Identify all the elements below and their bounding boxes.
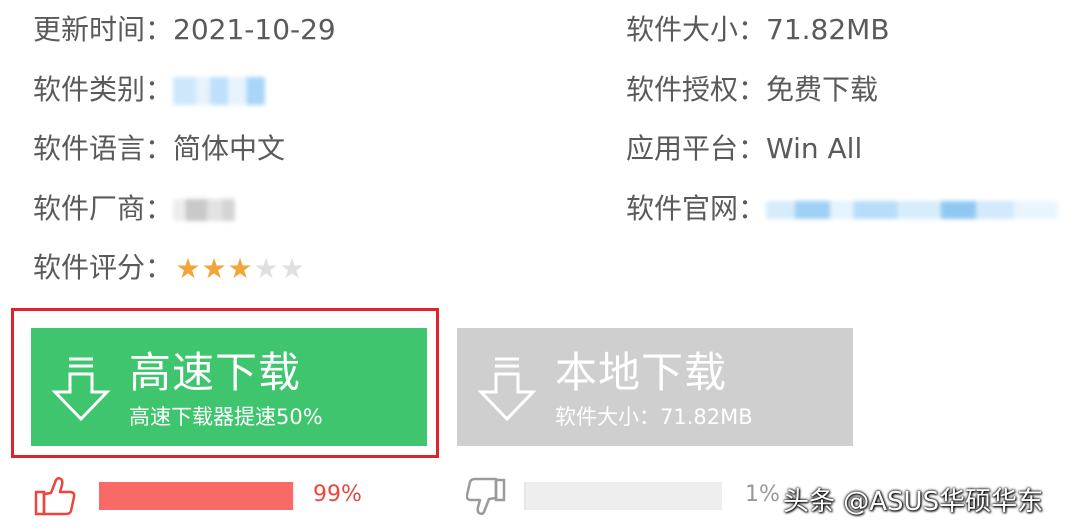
- star-icon: ★: [201, 252, 227, 285]
- category-label: 软件类别：: [33, 73, 174, 106]
- platform-row: 应用平台：Win All: [626, 131, 862, 167]
- rating-stars: ★★★★★: [175, 251, 305, 287]
- platform-label: 应用平台：: [626, 132, 767, 165]
- like-bar: [99, 482, 295, 510]
- license-value: 免费下载: [766, 73, 879, 106]
- size-value: 71.82MB: [766, 13, 890, 46]
- star-icon: ★: [227, 252, 253, 285]
- fast-download-title: 高速下载: [129, 348, 302, 397]
- download-arrow-icon: [477, 356, 537, 422]
- category-value-blurred: [173, 77, 266, 105]
- like-bar-fill: [99, 482, 294, 510]
- update-time-value: 2021-10-29: [173, 13, 336, 46]
- local-download-title: 本地下载: [555, 348, 728, 397]
- vendor-value-blurred: [173, 199, 236, 221]
- size-label: 软件大小：: [626, 13, 767, 46]
- language-value: 简体中文: [173, 132, 286, 165]
- rating-label: 软件评分：: [33, 251, 174, 284]
- thumbs-up-icon[interactable]: [34, 476, 76, 516]
- dislike-bar: [524, 482, 722, 510]
- watermark-text: 头条 @ASUS华硕华东: [783, 487, 1044, 517]
- update-time-row: 更新时间：2021-10-29: [33, 12, 336, 48]
- license-row: 软件授权：免费下载: [626, 72, 878, 108]
- dislike-bar-fill: [524, 482, 526, 510]
- size-row: 软件大小：71.82MB: [626, 12, 890, 48]
- vendor-row: 软件厂商：: [33, 191, 236, 227]
- star-icon: ★: [279, 252, 305, 285]
- website-row: 软件官网：: [626, 191, 1059, 227]
- rating-row: 软件评分：★★★★★: [33, 250, 305, 287]
- update-time-label: 更新时间：: [33, 13, 174, 46]
- language-label: 软件语言：: [33, 132, 174, 165]
- thumbs-down-icon[interactable]: [465, 476, 506, 516]
- website-link-blurred[interactable]: [766, 201, 1059, 219]
- category-row: 软件类别：: [33, 72, 266, 108]
- fast-download-subtitle: 高速下载器提速50%: [129, 405, 323, 429]
- dislike-percent: 1%: [745, 482, 780, 507]
- website-label: 软件官网：: [626, 192, 767, 225]
- license-label: 软件授权：: [626, 73, 767, 106]
- star-icon: ★: [175, 252, 201, 285]
- download-arrow-icon: [51, 356, 111, 422]
- language-row: 软件语言：简体中文: [33, 131, 285, 167]
- platform-value: Win All: [766, 132, 863, 165]
- fast-download-button[interactable]: 高速下载 高速下载器提速50%: [31, 328, 427, 446]
- star-icon: ★: [253, 252, 279, 285]
- vendor-label: 软件厂商：: [33, 192, 174, 225]
- like-percent: 99%: [313, 482, 362, 507]
- local-download-subtitle: 软件大小：71.82MB: [555, 405, 753, 429]
- local-download-button[interactable]: 本地下载 软件大小：71.82MB: [457, 328, 853, 446]
